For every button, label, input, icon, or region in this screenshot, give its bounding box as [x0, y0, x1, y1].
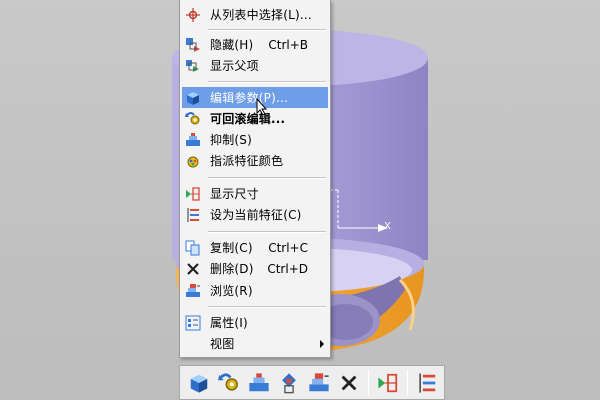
axis-label-x: X: [384, 221, 391, 232]
menu-item-label: 复制(C): [210, 241, 253, 255]
mouse-cursor-icon: [256, 98, 268, 116]
menu-item-copy[interactable]: 复制(C) Ctrl+C: [182, 237, 328, 258]
menu-item-show-dimensions[interactable]: 显示尺寸: [182, 183, 328, 204]
make-current-feature-icon: [419, 372, 436, 393]
show-dimensions-icon: [182, 183, 204, 204]
menu-separator: [208, 81, 326, 83]
menu-icon-placeholder: [182, 333, 204, 354]
context-menu: 从列表中选择(L)... 隐藏(H) Ctrl+B 显示父项 编辑参数(P)..…: [179, 0, 331, 358]
toolbar-separator: [407, 369, 408, 396]
toolbar-delete-button[interactable]: [334, 368, 364, 398]
menu-item-hide[interactable]: 隐藏(H) Ctrl+B: [182, 34, 328, 55]
menu-item-label: 视图: [210, 337, 235, 351]
menu-item-label: 编辑参数(P)...: [210, 91, 289, 105]
rollback-edit-icon: [182, 108, 204, 129]
menu-separator: [208, 306, 326, 308]
menu-item-shortcut: Ctrl+B: [268, 37, 308, 52]
menu-item-label: 显示尺寸: [210, 187, 259, 201]
delete-icon: [341, 375, 357, 390]
menu-separator: [208, 231, 326, 233]
menu-item-label: 抑制(S): [210, 133, 252, 147]
menu-item-label: 显示父项: [210, 59, 259, 73]
make-current-feature-icon: [182, 204, 204, 225]
copy-icon: [182, 237, 204, 258]
menu-item-shortcut: Ctrl+C: [268, 240, 308, 255]
menu-item-assign-feature-color[interactable]: 指派特征颜色: [182, 150, 328, 171]
submenu-arrow-icon: [320, 340, 324, 348]
hide-icon: [182, 34, 204, 55]
menu-item-suppress[interactable]: 抑制(S): [182, 129, 328, 150]
menu-item-label: 属性(I): [210, 316, 248, 330]
menu-item-select-from-list[interactable]: 从列表中选择(L)...: [182, 4, 328, 25]
edit-parameters-icon: [182, 87, 204, 108]
menu-item-label: 指派特征颜色: [210, 154, 284, 168]
hide-icon: [282, 372, 296, 393]
suppress-icon: [249, 372, 269, 391]
menu-item-shortcut: Ctrl+D: [267, 261, 308, 276]
menu-item-label: 删除(D): [210, 262, 254, 276]
browse-icon: [182, 280, 204, 301]
crosshair-icon: [182, 4, 204, 25]
menu-item-browse[interactable]: 浏览(R): [182, 280, 328, 301]
selection-mini-toolbar: [179, 365, 445, 400]
menu-item-label: 从列表中选择(L)...: [210, 8, 312, 22]
menu-item-label: 浏览(R): [210, 284, 253, 298]
delete-icon: [182, 258, 204, 279]
toolbar-rollback-edit-button[interactable]: [214, 368, 244, 398]
show-parent-icon: [182, 55, 204, 76]
menu-item-label: 设为当前特征(C): [210, 208, 302, 222]
menu-separator: [208, 29, 326, 31]
toolbar-show-dimensions-button[interactable]: [373, 368, 403, 398]
menu-item-edit-parameters[interactable]: 编辑参数(P)...: [182, 87, 328, 108]
menu-item-properties[interactable]: 属性(I): [182, 312, 328, 333]
menu-item-make-current-feature[interactable]: 设为当前特征(C): [182, 204, 328, 225]
toolbar-make-current-feature-button[interactable]: [412, 368, 442, 398]
menu-item-label: 隐藏(H): [210, 38, 254, 52]
rollback-edit-icon: [218, 372, 238, 391]
menu-item-show-parent[interactable]: 显示父项: [182, 55, 328, 76]
menu-item-label: 可回滚编辑...: [210, 112, 286, 126]
toolbar-suppress-button[interactable]: [244, 368, 274, 398]
show-dimensions-icon: [378, 373, 398, 392]
menu-item-delete[interactable]: 删除(D) Ctrl+D: [182, 258, 328, 279]
feature-color-icon: [182, 150, 204, 171]
menu-separator: [208, 177, 326, 179]
edit-parameters-icon: [190, 374, 208, 393]
toolbar-edit-parameters-button[interactable]: [184, 368, 214, 398]
properties-icon: [182, 312, 204, 333]
menu-item-rollback-edit[interactable]: 可回滚编辑...: [182, 108, 328, 129]
toolbar-hide-button[interactable]: [274, 368, 304, 398]
browse-icon: [309, 372, 329, 391]
suppress-icon: [182, 129, 204, 150]
toolbar-separator: [368, 369, 369, 396]
toolbar-browse-button[interactable]: [304, 368, 334, 398]
menu-item-view[interactable]: 视图: [182, 333, 328, 354]
